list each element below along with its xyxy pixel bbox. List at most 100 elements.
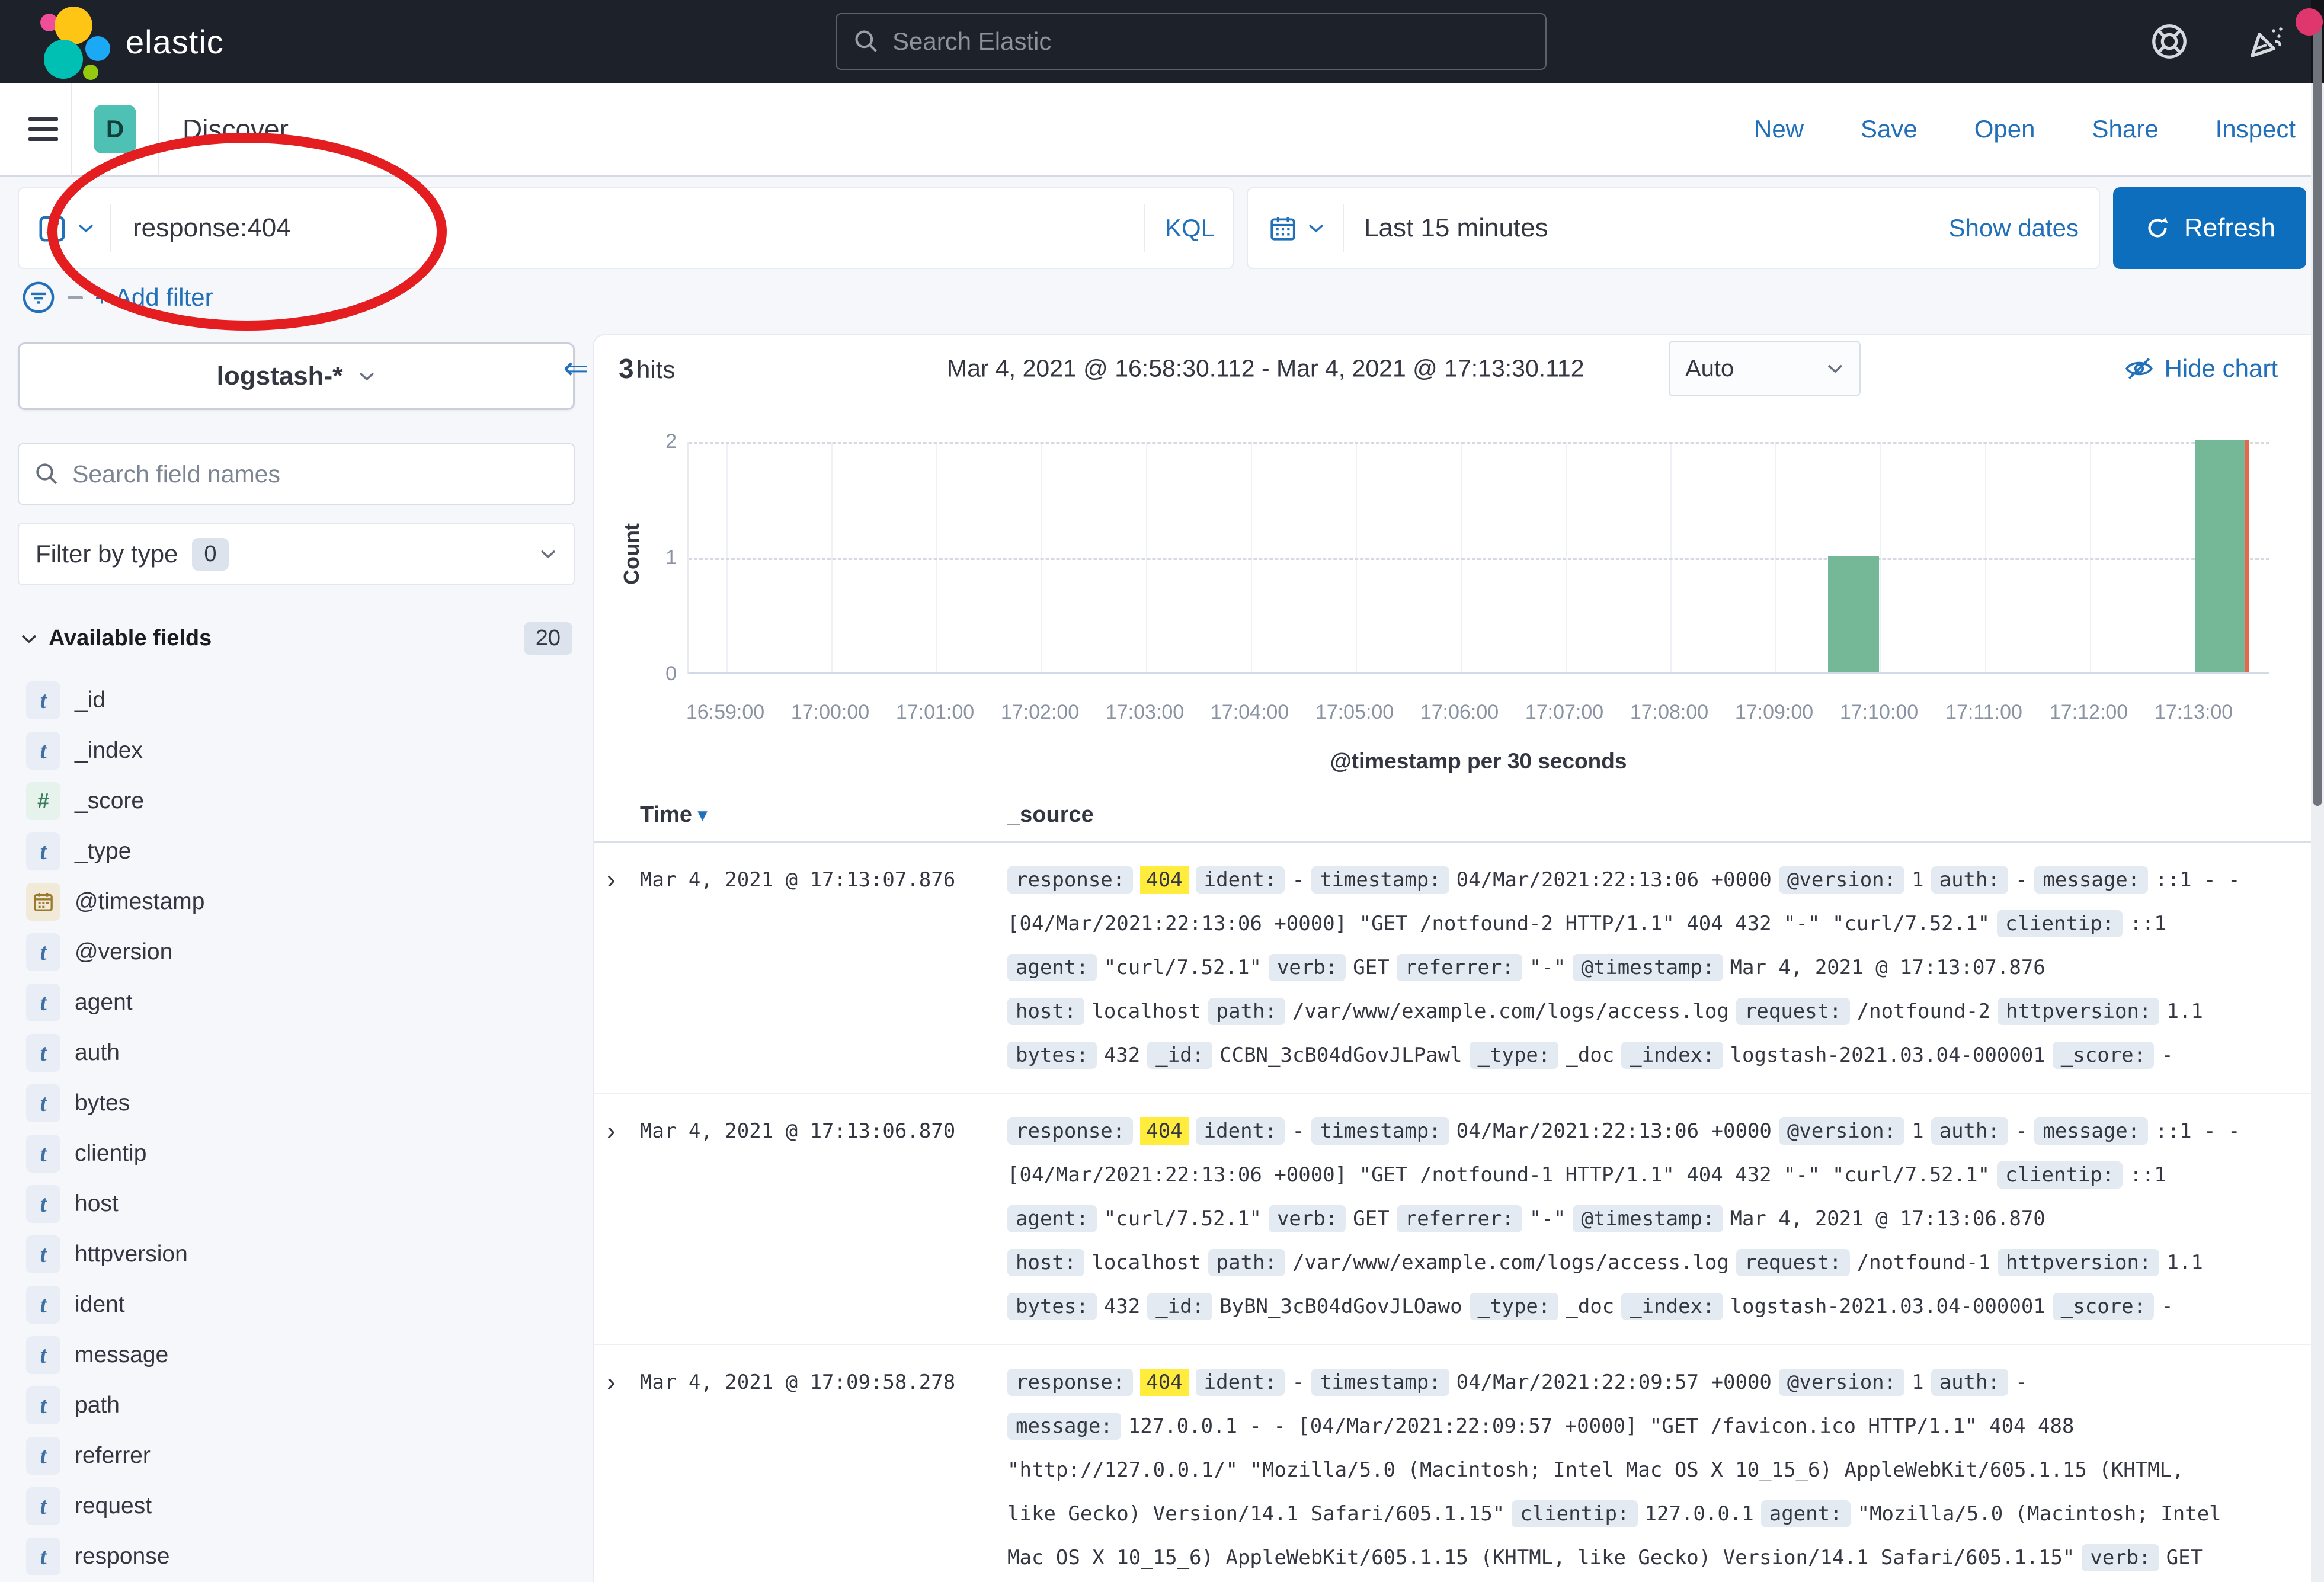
field-key-badge: agent:: [1007, 954, 1097, 981]
field-item-ident[interactable]: tident: [18, 1279, 575, 1330]
gridline-vertical: [1356, 442, 1357, 672]
field-item-@timestamp[interactable]: @timestamp: [18, 876, 575, 927]
menu-icon[interactable]: [0, 117, 71, 141]
expand-row-icon[interactable]: ›: [607, 1360, 640, 1580]
field-name: _index: [75, 738, 143, 764]
field-item-path[interactable]: tpath: [18, 1380, 575, 1430]
app-badge[interactable]: D: [94, 105, 136, 153]
histogram-chart: Count 012 16:59:0017:00:0017:01:0017:02:…: [594, 402, 2311, 793]
histogram-bar-17:09:30[interactable]: [1828, 556, 1880, 672]
field-item-httpversion[interactable]: thttpversion: [18, 1229, 575, 1279]
field-value: 04/Mar/2021:22:09:57 +0000: [1456, 1370, 1772, 1394]
field-item-_score[interactable]: #_score: [18, 776, 575, 826]
field-item-bytes[interactable]: tbytes: [18, 1078, 575, 1128]
global-search-input[interactable]: [892, 27, 1529, 56]
date-quick-menu-button[interactable]: [1268, 213, 1343, 243]
filter-by-type-select[interactable]: Filter by type 0: [18, 523, 575, 585]
available-fields-accordion[interactable]: Available fields 20: [18, 622, 575, 655]
field-value: localhost: [1091, 1000, 1201, 1023]
field-item-host[interactable]: thost: [18, 1179, 575, 1229]
expand-row-icon[interactable]: ›: [607, 1109, 640, 1328]
gridline-vertical: [2090, 442, 2091, 672]
field-item-clientip[interactable]: tclientip: [18, 1128, 575, 1179]
gridline-vertical: [726, 442, 728, 672]
filter-icon[interactable]: [21, 280, 56, 315]
saved-query-menu-button[interactable]: [37, 212, 110, 244]
field-value: 1.1: [2166, 1251, 2203, 1274]
field-item-request[interactable]: trequest: [18, 1481, 575, 1531]
time-range-value[interactable]: Last 15 minutes: [1344, 213, 1548, 243]
gridline-vertical: [1251, 442, 1252, 672]
source-line: response:404ident:-timestamp:04/Mar/2021…: [1007, 1109, 2287, 1153]
nav-action-open[interactable]: Open: [1974, 115, 2035, 143]
table-row: ›Mar 4, 2021 @ 17:13:06.870response:404i…: [594, 1093, 2311, 1344]
table-row: ›Mar 4, 2021 @ 17:09:58.278response:404i…: [594, 1344, 2311, 1582]
field-key-badge: _index:: [1621, 1042, 1723, 1069]
global-search[interactable]: [836, 13, 1547, 70]
gridline-vertical: [1146, 442, 1147, 672]
query-input[interactable]: [111, 213, 1144, 243]
newsfeed-icon[interactable]: [2245, 20, 2288, 63]
query-language-button[interactable]: KQL: [1145, 214, 1215, 242]
nav-action-share[interactable]: Share: [2092, 115, 2159, 143]
gridline-vertical: [1775, 442, 1776, 672]
refresh-button[interactable]: Refresh: [2113, 187, 2306, 269]
field-item-_index[interactable]: t_index: [18, 725, 575, 776]
nav-action-new[interactable]: New: [1754, 115, 1804, 143]
field-value: 432: [1104, 1295, 1140, 1318]
field-key-badge: request:: [1736, 998, 1850, 1025]
field-value: _doc: [1566, 1043, 1614, 1067]
field-name: message: [75, 1342, 168, 1368]
source-line: agent:"curl/7.52.1"verb:GETreferrer:"-"@…: [1007, 946, 2287, 989]
field-value: 04/Mar/2021:22:13:06 +0000: [1456, 1119, 1772, 1143]
field-value: Mar 4, 2021 @ 17:13:07.876: [1730, 956, 2045, 979]
time-column-header[interactable]: Time ▾: [640, 802, 1007, 828]
histogram-bar-17:13:00[interactable]: [2195, 440, 2246, 672]
scrollbar-thumb[interactable]: [2313, 18, 2322, 806]
global-header: elastic: [0, 0, 2324, 83]
field-key-badge: clientip:: [1997, 1161, 2123, 1189]
field-key-badge: message:: [2034, 1117, 2148, 1145]
row-source: response:404ident:-timestamp:04/Mar/2021…: [1007, 1109, 2287, 1328]
x-axis-label: @timestamp per 30 seconds: [687, 749, 2269, 774]
time-column-label: Time: [640, 802, 692, 828]
field-name: httpversion: [75, 1241, 188, 1267]
source-line: host:localhostpath:/var/www/example.com/…: [1007, 1241, 2287, 1285]
field-item-referrer[interactable]: treferrer: [18, 1430, 575, 1481]
hide-chart-button[interactable]: Hide chart: [2124, 354, 2278, 383]
field-item-auth[interactable]: tauth: [18, 1027, 575, 1078]
show-dates-button[interactable]: Show dates: [1949, 214, 2079, 242]
field-name: referrer: [75, 1443, 151, 1469]
field-item-message[interactable]: tmessage: [18, 1330, 575, 1380]
text-type-icon: t: [26, 681, 60, 719]
x-tick-label: 17:07:00: [1505, 701, 1624, 724]
field-key-badge: ident:: [1196, 1117, 1285, 1145]
field-value: 432: [1104, 1043, 1140, 1067]
elastic-logo[interactable]: elastic: [0, 3, 224, 80]
collapse-sidebar-icon[interactable]: ⇐: [563, 351, 589, 386]
highlighted-value: 404: [1140, 866, 1188, 894]
field-item-agent[interactable]: tagent: [18, 977, 575, 1027]
field-value: -: [2015, 1370, 2027, 1394]
discover-page: elastic: [0, 0, 2324, 1582]
field-key-badge: _score:: [2053, 1293, 2154, 1320]
nav-action-save[interactable]: Save: [1861, 115, 1918, 143]
help-icon[interactable]: [2147, 20, 2191, 63]
chevron-down-icon: [358, 371, 376, 382]
field-search-box: [18, 443, 575, 505]
field-item-@version[interactable]: t@version: [18, 927, 575, 977]
field-key-badge: _id:: [1147, 1293, 1212, 1320]
expand-row-icon[interactable]: ›: [607, 858, 640, 1077]
add-filter-button[interactable]: + Add filter: [95, 283, 213, 312]
field-item-_type[interactable]: t_type: [18, 826, 575, 876]
field-key-badge: host:: [1007, 998, 1084, 1025]
field-name: _score: [75, 788, 144, 814]
field-value: -: [1292, 868, 1304, 892]
field-search-input[interactable]: [72, 460, 558, 488]
field-key-badge: response:: [1007, 1369, 1133, 1396]
nav-action-inspect[interactable]: Inspect: [2216, 115, 2296, 143]
field-item-_id[interactable]: t_id: [18, 675, 575, 725]
interval-select[interactable]: Auto: [1669, 341, 1861, 396]
field-item-response[interactable]: tresponse: [18, 1531, 575, 1581]
index-pattern-select[interactable]: logstash-*: [18, 342, 575, 410]
